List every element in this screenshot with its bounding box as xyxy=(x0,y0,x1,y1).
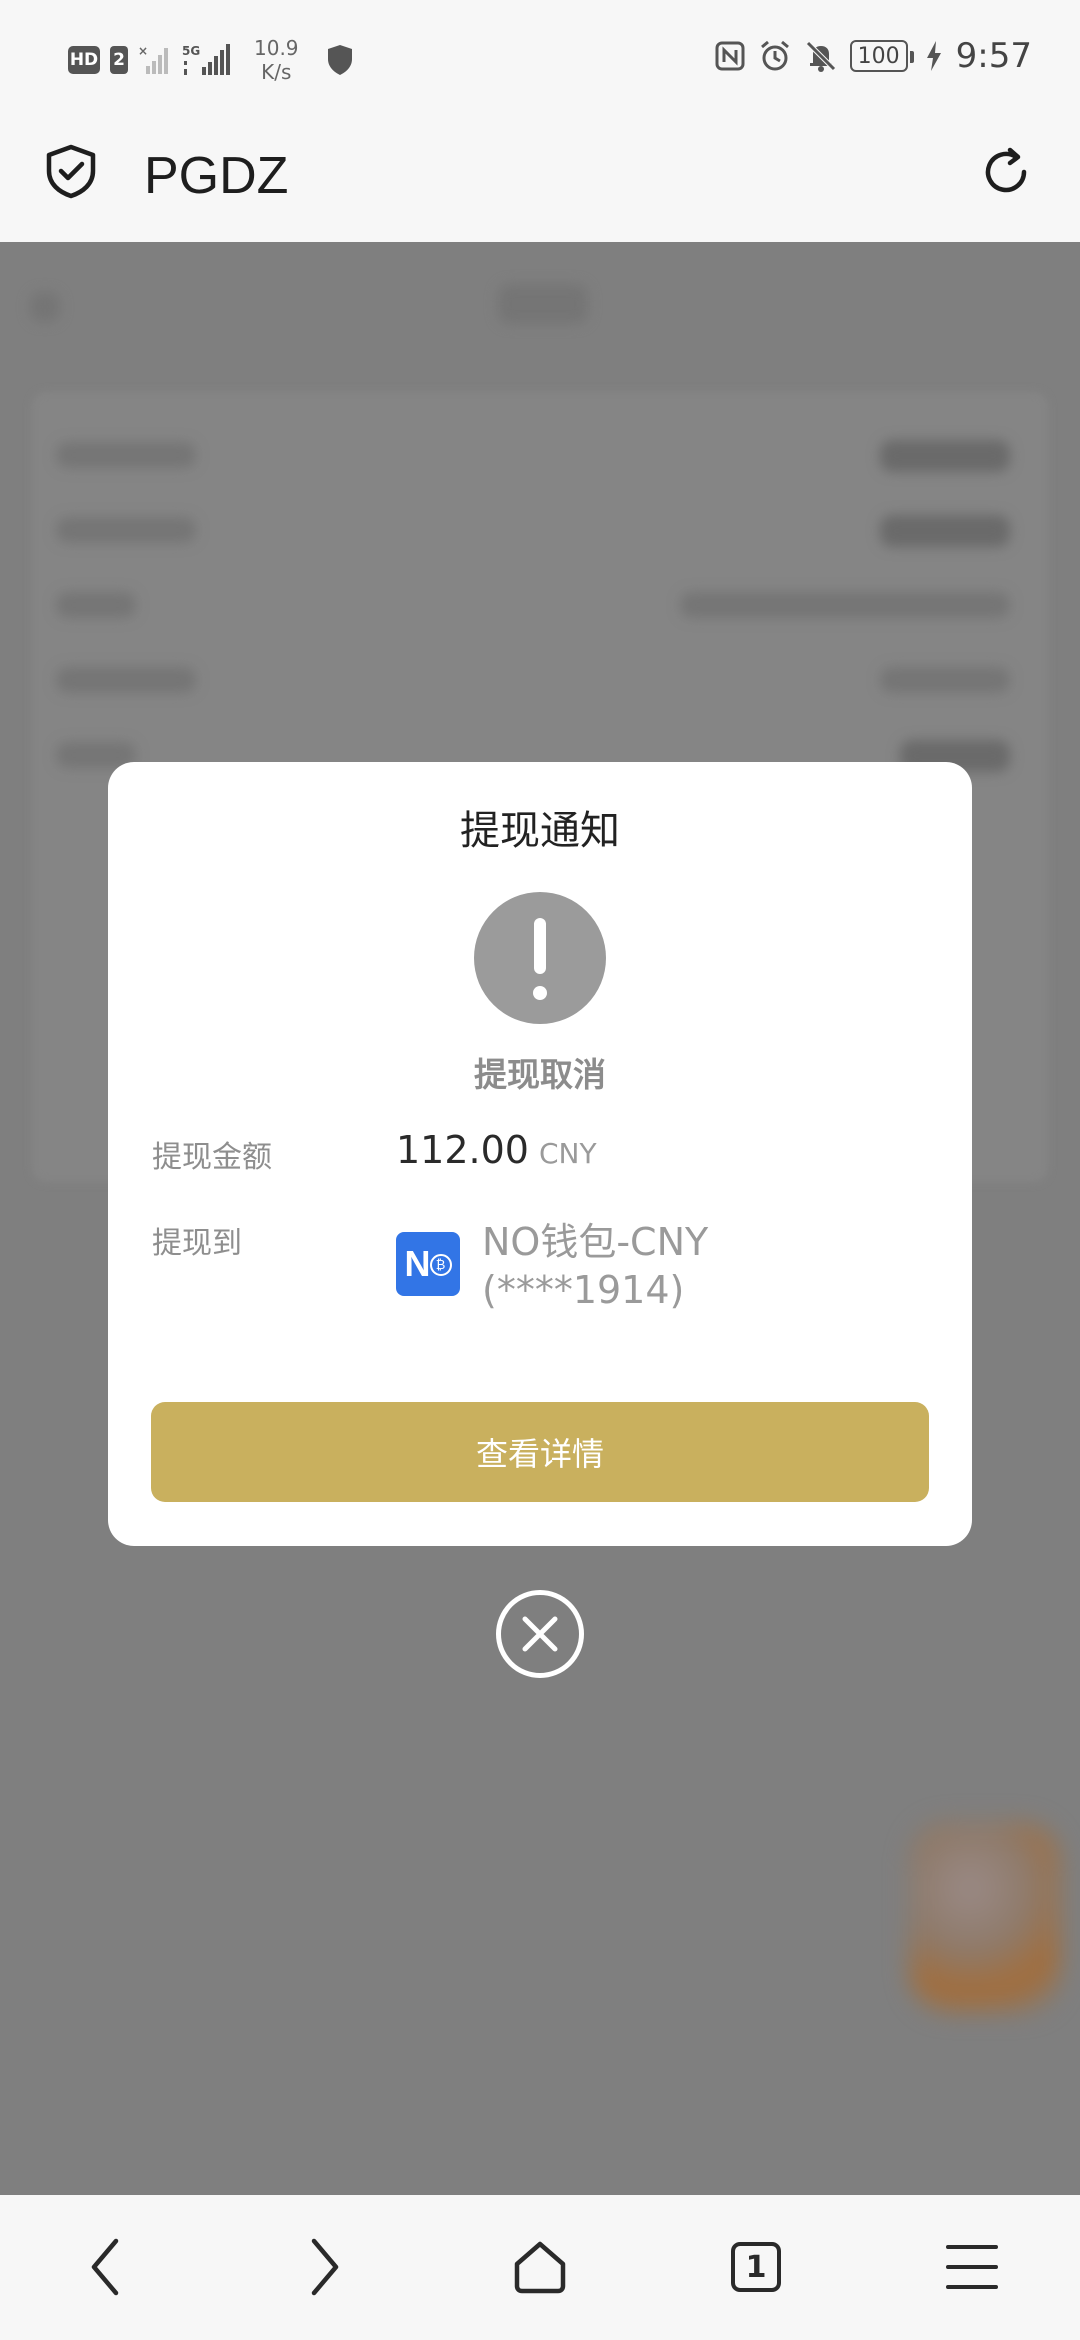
blurred-row xyxy=(56,517,196,543)
blurred-row xyxy=(56,592,136,618)
nfc-icon xyxy=(715,41,745,71)
browser-toolbar: PGDZ xyxy=(0,120,1080,242)
wallet-logo-letter: N xyxy=(404,1243,431,1284)
bitcoin-coin-icon: ₿ xyxy=(429,1254,452,1276)
wallet-name: NO钱包-CNY (****1914) xyxy=(482,1220,709,1312)
svg-text:×: × xyxy=(138,44,148,58)
amount-value: 112.00 xyxy=(396,1128,529,1172)
hamburger-menu-icon xyxy=(946,2245,998,2289)
amount-currency: CNY xyxy=(538,1137,597,1170)
signal-sim1-icon: × xyxy=(138,44,172,76)
blurred-row xyxy=(880,515,1010,547)
blurred-row xyxy=(680,592,1010,618)
network-speed-unit: K/s xyxy=(261,60,292,84)
forward-button[interactable] xyxy=(292,2235,356,2299)
wallet-logo-icon: N ₿ xyxy=(396,1232,460,1296)
blurred-row xyxy=(880,440,1010,472)
reload-icon[interactable] xyxy=(976,142,1036,202)
hd-voice-icon: HD xyxy=(68,46,100,74)
withdrawal-notice-dialog: 提现通知 提现取消 提现金额 112.00 CNY 提现到 N ₿ NO钱包-C… xyxy=(108,762,972,1546)
sim-2-icon: 2 xyxy=(110,46,128,74)
blurred-row xyxy=(880,667,1010,693)
menu-button[interactable] xyxy=(940,2235,1004,2299)
charging-bolt-icon xyxy=(926,41,941,71)
mute-bell-icon xyxy=(805,41,836,72)
vpn-shield-icon xyxy=(327,45,352,75)
blurred-back-arrow xyxy=(30,292,60,322)
status-bar: HD 2 × 5G 10.9 K/s 100 9:57 xyxy=(0,0,1080,120)
blurred-row xyxy=(56,442,196,468)
alarm-icon xyxy=(760,40,789,71)
site-security-shield-icon[interactable] xyxy=(42,142,100,200)
network-speed: 10.9 K/s xyxy=(254,36,299,84)
status-bar-right: 100 9:57 xyxy=(714,36,1032,76)
dialog-title: 提现通知 xyxy=(460,808,620,854)
amount-label: 提现金额 xyxy=(152,1140,272,1175)
withdrawal-status: 提现取消 xyxy=(474,1055,606,1094)
blurred-page-title xyxy=(498,284,588,324)
home-icon xyxy=(514,2241,566,2294)
blurred-row xyxy=(56,667,196,693)
tab-count-badge: 1 xyxy=(731,2242,781,2292)
view-details-button[interactable]: 查看详情 xyxy=(151,1402,929,1502)
back-button[interactable] xyxy=(74,2235,138,2299)
network-type-label: 5G xyxy=(182,44,200,58)
signal-sim2-icon: 5G xyxy=(182,43,234,77)
clock: 9:57 xyxy=(955,36,1032,76)
battery-icon: 100 xyxy=(849,40,914,72)
status-bar-left: HD 2 × 5G 10.9 K/s xyxy=(68,36,353,84)
destination-label: 提现到 xyxy=(152,1226,242,1261)
browser-bottom-nav: 1 xyxy=(0,2195,1080,2340)
chevron-left-icon xyxy=(91,2238,119,2296)
close-dialog-button[interactable] xyxy=(496,1590,584,1678)
close-icon xyxy=(522,1616,558,1652)
home-button[interactable] xyxy=(508,2235,572,2299)
chevron-right-icon xyxy=(311,2238,339,2296)
site-title: PGDZ xyxy=(144,147,289,205)
blurred-floating-mascot xyxy=(910,1822,1060,2012)
amount-value-group: 112.00 CNY xyxy=(396,1128,597,1172)
exclamation-icon xyxy=(474,892,606,1024)
tabs-button[interactable]: 1 xyxy=(724,2235,788,2299)
network-speed-value: 10.9 xyxy=(254,36,299,60)
